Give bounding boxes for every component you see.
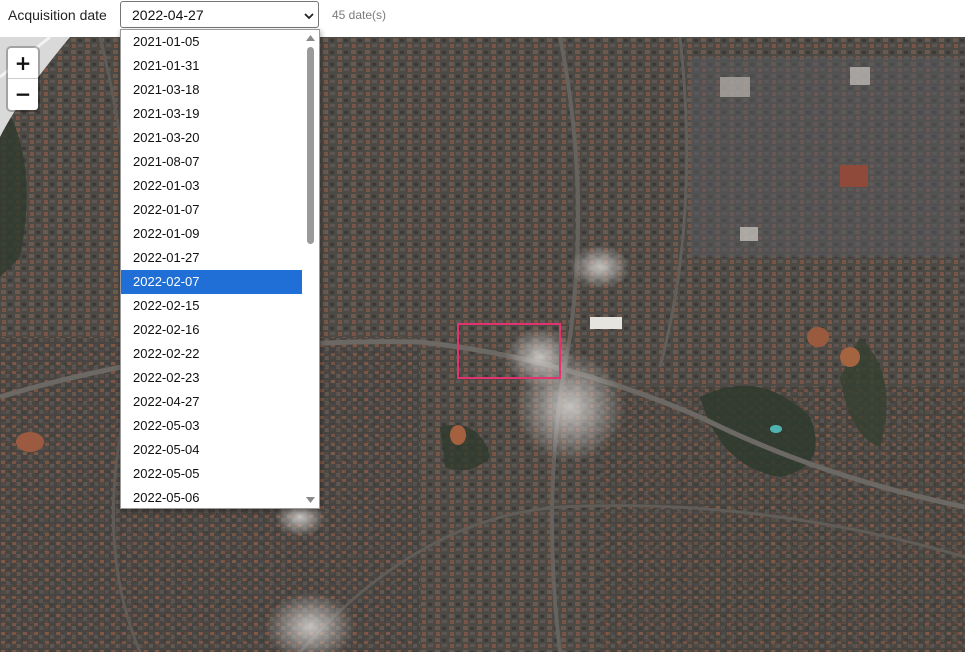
date-option[interactable]: 2022-01-03: [121, 174, 304, 198]
date-option[interactable]: 2022-02-22: [121, 342, 304, 366]
acquisition-date-select[interactable]: 2022-04-27: [120, 1, 319, 28]
date-option[interactable]: 2022-01-27: [121, 246, 304, 270]
scrollbar-thumb[interactable]: [307, 47, 314, 244]
date-option[interactable]: 2021-03-19: [121, 102, 304, 126]
date-option[interactable]: 2022-01-07: [121, 198, 304, 222]
scroll-down-arrow-icon[interactable]: [305, 496, 316, 505]
date-option[interactable]: 2022-05-06: [121, 486, 304, 508]
date-option[interactable]: 2022-05-05: [121, 462, 304, 486]
acquisition-date-label: Acquisition date: [8, 7, 107, 23]
date-option[interactable]: 2022-02-16: [121, 318, 304, 342]
date-option[interactable]: 2022-05-04: [121, 438, 304, 462]
date-option[interactable]: 2021-01-31: [121, 54, 304, 78]
date-count: 45 date(s): [332, 8, 387, 22]
zoom-control: + −: [8, 48, 38, 110]
zoom-in-button[interactable]: +: [8, 48, 38, 79]
date-option[interactable]: 2022-02-07: [121, 270, 304, 294]
date-options-list: 2021-01-05 2021-01-31 2021-03-18 2021-03-19…: [121, 30, 304, 508]
date-option[interactable]: 2021-01-05: [121, 30, 304, 54]
toolbar: Acquisition date 2022-04-27 45 date(s): [0, 0, 965, 32]
date-option[interactable]: 2021-03-18: [121, 78, 304, 102]
date-option[interactable]: 2021-08-07: [121, 150, 304, 174]
area-of-interest-rectangle: [457, 323, 561, 379]
date-option[interactable]: 2022-05-03: [121, 414, 304, 438]
chevron-down-icon: [304, 13, 314, 20]
date-option[interactable]: 2022-01-09: [121, 222, 304, 246]
date-option[interactable]: 2022-04-27: [121, 390, 304, 414]
dropdown-scrollbar[interactable]: [302, 30, 319, 508]
date-options-dropdown[interactable]: 2021-01-05 2021-01-31 2021-03-18 2021-03-19…: [120, 29, 320, 509]
date-option[interactable]: 2021-03-20: [121, 126, 304, 150]
zoom-out-button[interactable]: −: [8, 79, 38, 109]
date-option[interactable]: 2022-02-23: [121, 366, 304, 390]
selected-date-value: 2022-04-27: [132, 7, 204, 23]
scroll-up-arrow-icon[interactable]: [305, 33, 316, 42]
date-option[interactable]: 2022-02-15: [121, 294, 304, 318]
